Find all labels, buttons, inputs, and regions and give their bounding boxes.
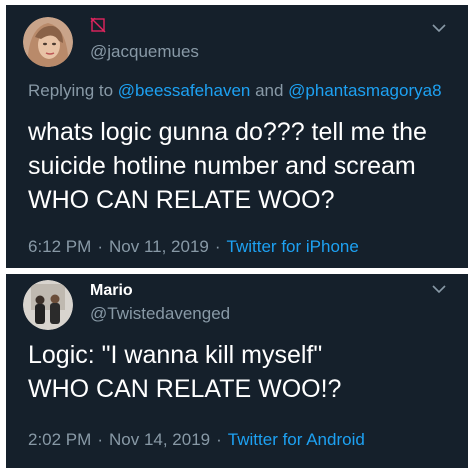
tweet-date[interactable]: Nov 11, 2019 [109,237,209,256]
separator: · [214,237,221,256]
chevron-down-icon[interactable] [432,23,446,33]
chevron-down-icon[interactable] [432,284,446,294]
user-handle[interactable]: @Twistedavenged [90,304,230,324]
reply-prefix: Replying to [28,81,118,100]
reply-and: and [250,81,289,100]
separator: · [216,430,222,449]
separator: · [97,430,103,449]
tweet-meta: 2:02 PM · Nov 14, 2019 · Twitter for Android [28,430,365,450]
mention-link[interactable]: @phantasmagorya8 [288,81,441,100]
tweet-time[interactable]: 2:02 PM [28,430,91,449]
tweet-text: Logic: "I wanna kill myself" WHO CAN REL… [28,341,342,403]
crossed-out-frame-icon [90,17,106,33]
mention-link[interactable]: @beessafehaven [118,81,251,100]
tweet-time[interactable]: 6:12 PM [28,237,91,256]
tweet-text: whats logic gunna do??? tell me the suic… [28,118,427,214]
reply-context: Replying to @beessafehaven and @phantasm… [28,81,442,101]
display-name[interactable]: Mario [90,282,133,300]
separator: · [97,237,103,256]
tweet-source[interactable]: Twitter for Android [228,430,365,449]
user-handle[interactable]: @jacquemues [90,42,199,62]
tweet-date[interactable]: Nov 14, 2019 [109,430,210,449]
tweet-card[interactable]: @jacquemues Replying to @beessafehaven a… [6,5,468,268]
avatar[interactable] [23,280,73,330]
tweet-meta: 6:12 PM · Nov 11, 2019 · Twitter for iPhone [28,237,359,257]
tweet-card[interactable]: Mario @Twistedavenged Logic: "I wanna ki… [6,274,468,468]
tweet-source[interactable]: Twitter for iPhone [227,237,359,256]
avatar[interactable] [23,17,73,67]
